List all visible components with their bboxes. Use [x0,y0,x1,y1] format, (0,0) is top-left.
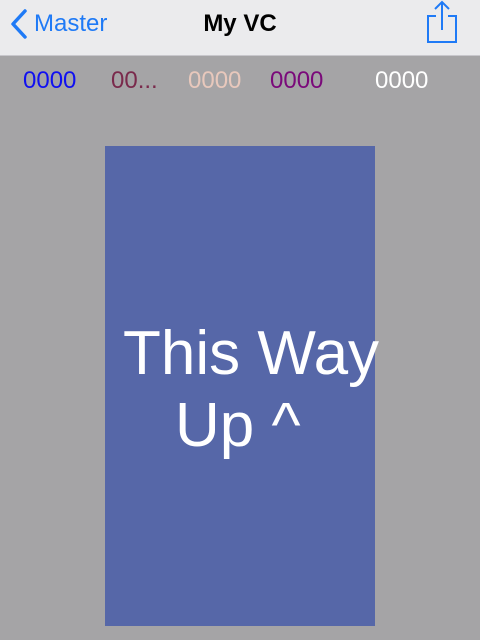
number-label-4: 0000 [270,67,324,94]
number-labels-row: 0000 00... 0000 0000 0000 [0,64,480,98]
share-button[interactable] [426,0,458,44]
orientation-text-line-1: This Way [123,319,380,388]
orientation-text-line-2: Up ^ [175,391,301,460]
back-button[interactable]: Master [10,8,107,40]
number-label-2: 00... [111,67,158,94]
chevron-left-icon [11,9,27,39]
number-label-5: 0000 [375,67,429,94]
share-icon [427,0,457,43]
number-label-3: 0000 [188,67,242,94]
back-button-label: Master [34,10,108,37]
orientation-panel: This Way Up ^ [105,146,379,626]
number-label-1: 0000 [23,67,77,94]
navigation-bar: Master My VC [0,0,480,56]
orientation-text: This Way Up ^ [123,318,403,462]
